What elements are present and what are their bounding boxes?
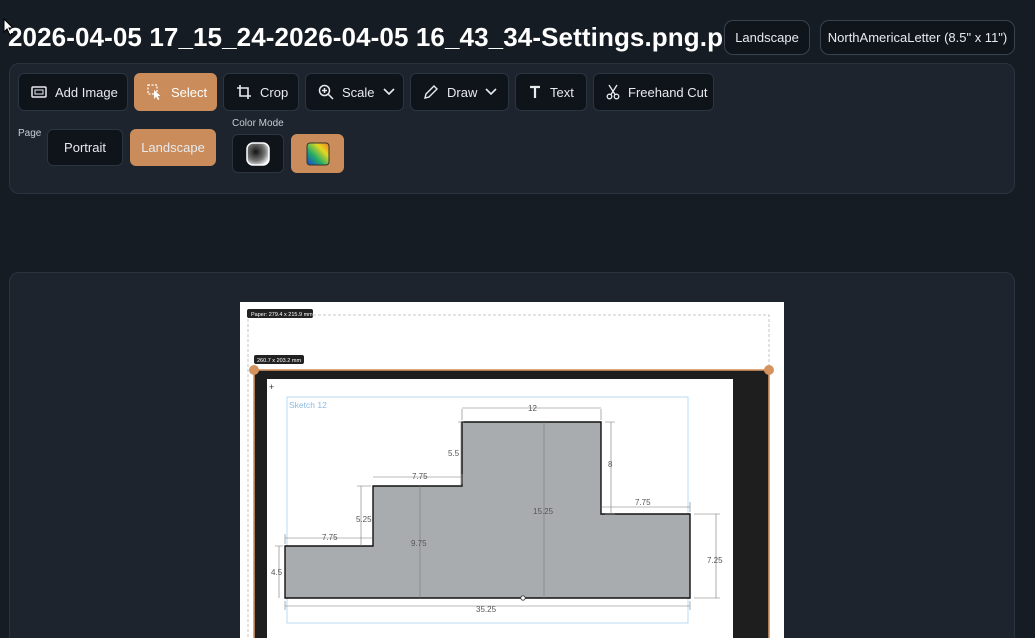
color-gradient-icon bbox=[306, 142, 329, 165]
dim-left-step-width: 7.75 bbox=[322, 533, 338, 542]
paper-size-tag-text: Paper: 279.4 x 215.9 mm bbox=[251, 312, 313, 318]
dim-right-step-height: 8 bbox=[608, 460, 613, 469]
orientation-pill[interactable]: Landscape bbox=[724, 20, 810, 55]
portrait-button[interactable]: Portrait bbox=[47, 129, 123, 166]
page-title: 2026-04-05 17_15_24-2026-04-05 16_43_34-… bbox=[8, 22, 756, 52]
freehand-cut-button[interactable]: Freehand Cut bbox=[593, 73, 714, 111]
select-label: Select bbox=[171, 84, 208, 100]
dim-middle-step-height: 5.25 bbox=[356, 515, 372, 524]
select-pointer-icon bbox=[147, 84, 161, 100]
add-image-button[interactable]: Add Image bbox=[18, 73, 128, 111]
draw-dropdown[interactable]: Draw bbox=[410, 73, 509, 111]
grayscale-icon bbox=[246, 141, 270, 166]
crop-label: Crop bbox=[260, 84, 289, 100]
toolbar-panel: Add Image Select Crop Scale Draw Text Fr… bbox=[9, 63, 1015, 194]
draw-label: Draw bbox=[447, 84, 478, 100]
scale-dropdown[interactable]: Scale bbox=[305, 73, 404, 111]
sketch-title: Sketch 12 bbox=[289, 400, 327, 410]
page-label: Page bbox=[18, 128, 42, 139]
text-t-icon bbox=[530, 85, 540, 98]
color-mode-button[interactable] bbox=[291, 134, 344, 173]
color-mode-label: Color Mode bbox=[232, 118, 284, 129]
resize-handle-top-right[interactable] bbox=[764, 365, 774, 375]
crop-icon bbox=[237, 85, 251, 99]
paper-canvas: Paper: 279.4 x 215.9 mm 260.7 x 203.2 mm… bbox=[247, 309, 774, 638]
midpoint-marker bbox=[520, 595, 526, 601]
image-frame-icon bbox=[31, 86, 47, 98]
zoom-in-icon bbox=[318, 84, 334, 100]
dim-left-height: 4.5 bbox=[271, 568, 283, 577]
dim-top-width: 12 bbox=[528, 404, 537, 413]
text-button[interactable]: Text bbox=[515, 73, 587, 111]
chevron-down-icon bbox=[382, 88, 395, 96]
dim-upper-step-height: 5.5 bbox=[448, 449, 460, 458]
add-image-label: Add Image bbox=[55, 84, 118, 100]
grayscale-mode-button[interactable] bbox=[232, 134, 284, 173]
crop-button[interactable]: Crop bbox=[223, 73, 299, 111]
chevron-down-icon bbox=[485, 88, 497, 96]
text-label: Text bbox=[550, 84, 574, 100]
landscape-button[interactable]: Landscape bbox=[130, 129, 216, 166]
image-size-tag-text: 260.7 x 203.2 mm bbox=[257, 358, 301, 364]
dim-right-height: 7.25 bbox=[707, 556, 723, 565]
dim-total-width: 35.25 bbox=[476, 605, 497, 614]
dim-right-step-width: 7.75 bbox=[635, 498, 651, 507]
scissors-icon bbox=[606, 84, 620, 100]
dim-inner-height-left: 9.75 bbox=[411, 539, 427, 548]
dim-inner-height-center: 15.25 bbox=[533, 507, 554, 516]
origin-plus-icon: + bbox=[269, 382, 274, 392]
select-button[interactable]: Select bbox=[134, 73, 217, 111]
resize-handle-top-left[interactable] bbox=[249, 365, 259, 375]
pencil-icon bbox=[424, 85, 438, 99]
freehand-cut-label: Freehand Cut bbox=[628, 84, 708, 100]
paper-size-pill[interactable]: NorthAmericaLetter (8.5" x 11") bbox=[820, 20, 1015, 55]
paper-preview[interactable]: Paper: 279.4 x 215.9 mm 260.7 x 203.2 mm… bbox=[240, 302, 784, 638]
dim-upper-step-width: 7.75 bbox=[412, 472, 428, 481]
scale-label: Scale bbox=[342, 84, 375, 100]
